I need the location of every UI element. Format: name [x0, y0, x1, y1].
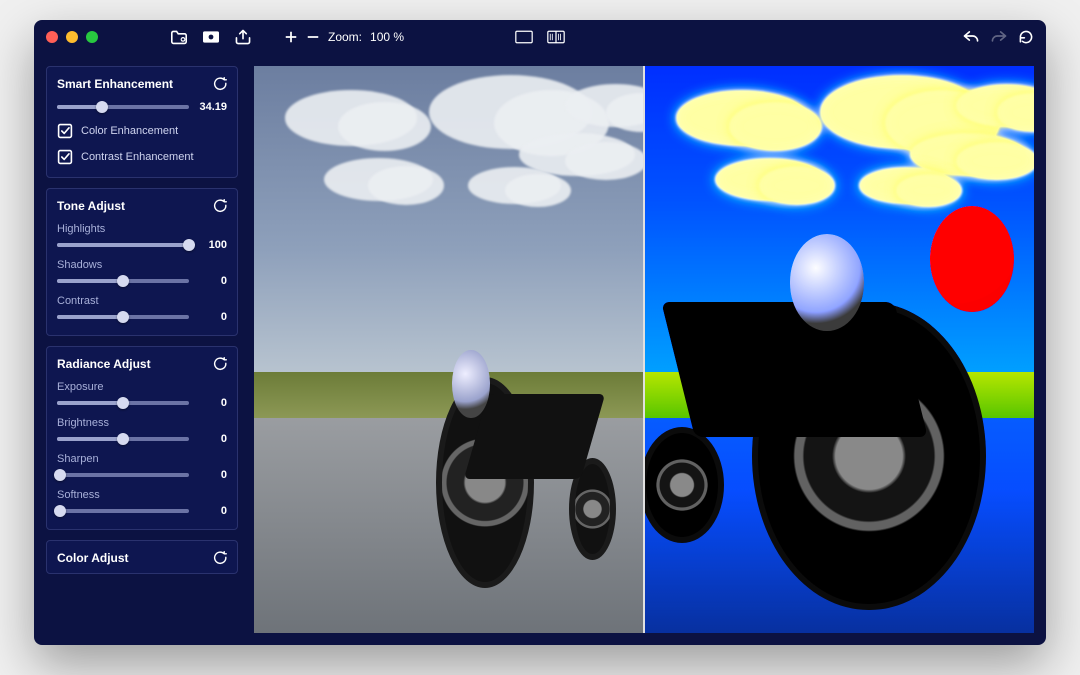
- slider-value: 0: [197, 469, 227, 481]
- enhanced-image: [645, 66, 1034, 633]
- tone-controls-row: Contrast 0: [57, 295, 227, 323]
- reset-icon[interactable]: [213, 77, 227, 91]
- original-image: [254, 66, 643, 633]
- color-enhancement-checkbox[interactable]: Color Enhancement: [57, 123, 227, 139]
- checkbox-checked-icon: [57, 123, 73, 139]
- compare-divider[interactable]: [643, 66, 645, 633]
- slider-label: Highlights: [57, 223, 227, 235]
- refresh-button[interactable]: [1018, 29, 1034, 45]
- tone-controls-row: Shadows 0: [57, 259, 227, 287]
- zoom-label: Zoom:: [328, 30, 362, 44]
- radiance-controls-slider[interactable]: 0: [57, 469, 227, 481]
- panel-title: Radiance Adjust: [57, 357, 151, 371]
- checkbox-label: Color Enhancement: [81, 125, 178, 137]
- tone-controls-slider[interactable]: 0: [57, 275, 227, 287]
- sidebar[interactable]: Smart Enhancement 34.19 Color Enhance: [46, 66, 244, 633]
- slider-value: 0: [197, 397, 227, 409]
- image-canvas[interactable]: [254, 66, 1034, 633]
- window-minimize-button[interactable]: [66, 31, 78, 43]
- radiance-controls-row: Sharpen 0: [57, 453, 227, 481]
- reset-icon[interactable]: [213, 551, 227, 565]
- slider-value: 34.19: [197, 101, 227, 113]
- window-maximize-button[interactable]: [86, 31, 98, 43]
- checkbox-checked-icon: [57, 149, 73, 165]
- export-icon[interactable]: [233, 28, 253, 46]
- panel-title: Smart Enhancement: [57, 77, 173, 91]
- view-mode-group: [515, 30, 565, 44]
- slider-value: 0: [197, 505, 227, 517]
- tone-controls: Highlights 100 Shadows 0 Contrast 0: [57, 223, 227, 323]
- reset-icon[interactable]: [213, 199, 227, 213]
- app-window: Zoom: 100 %: [34, 20, 1046, 645]
- slider-value: 0: [197, 433, 227, 445]
- tone-controls-slider[interactable]: 100: [57, 239, 227, 251]
- titlebar: Zoom: 100 %: [34, 20, 1046, 54]
- contrast-enhancement-checkbox[interactable]: Contrast Enhancement: [57, 149, 227, 165]
- radiance-controls-slider[interactable]: 0: [57, 505, 227, 517]
- radiance-controls-slider[interactable]: 0: [57, 433, 227, 445]
- panel-tone-adjust: Tone Adjust Highlights100Shadows0Contras…: [46, 188, 238, 336]
- radiance-controls-row: Softness 0: [57, 489, 227, 517]
- slider-label: Sharpen: [57, 453, 227, 465]
- slider-label: Shadows: [57, 259, 227, 271]
- slider-label: Softness: [57, 489, 227, 501]
- tone-controls-slider[interactable]: 0: [57, 311, 227, 323]
- zoom-in-button[interactable]: [284, 30, 298, 44]
- slider-label: Brightness: [57, 417, 227, 429]
- window-controls: [46, 31, 98, 43]
- zoom-controls: Zoom: 100 %: [284, 30, 404, 44]
- checkbox-label: Contrast Enhancement: [81, 151, 194, 163]
- radiance-controls-row: Exposure 0: [57, 381, 227, 409]
- open-image-icon[interactable]: [201, 29, 221, 45]
- radiance-controls-slider[interactable]: 0: [57, 397, 227, 409]
- panel-title: Color Adjust: [57, 551, 129, 565]
- radiance-controls-row: Brightness 0: [57, 417, 227, 445]
- window-close-button[interactable]: [46, 31, 58, 43]
- panel-title: Tone Adjust: [57, 199, 125, 213]
- slider-label: Exposure: [57, 381, 227, 393]
- single-view-icon[interactable]: [515, 30, 533, 44]
- slider-label: Contrast: [57, 295, 227, 307]
- split-view-icon[interactable]: [547, 30, 565, 44]
- redo-button[interactable]: [990, 29, 1008, 45]
- tone-controls-row: Highlights 100: [57, 223, 227, 251]
- radiance-controls: Exposure 0 Brightness 0 Sharpen 0 Softness 0: [57, 381, 227, 517]
- zoom-out-button[interactable]: [306, 30, 320, 44]
- slider-value: 100: [197, 239, 227, 251]
- undo-button[interactable]: [962, 29, 980, 45]
- open-folder-icon[interactable]: [169, 29, 189, 45]
- panel-radiance-adjust: Radiance Adjust Exposure0Brightness0Shar…: [46, 346, 238, 530]
- zoom-value: 100 %: [370, 30, 404, 44]
- compare-view: [254, 66, 1034, 633]
- slider-value: 0: [197, 275, 227, 287]
- reset-icon[interactable]: [213, 357, 227, 371]
- slider-value: 0: [197, 311, 227, 323]
- smart-amount-slider[interactable]: 34.19: [57, 101, 227, 113]
- panel-color-adjust: Color Adjust: [46, 540, 238, 574]
- panel-smart-enhancement: Smart Enhancement 34.19 Color Enhance: [46, 66, 238, 178]
